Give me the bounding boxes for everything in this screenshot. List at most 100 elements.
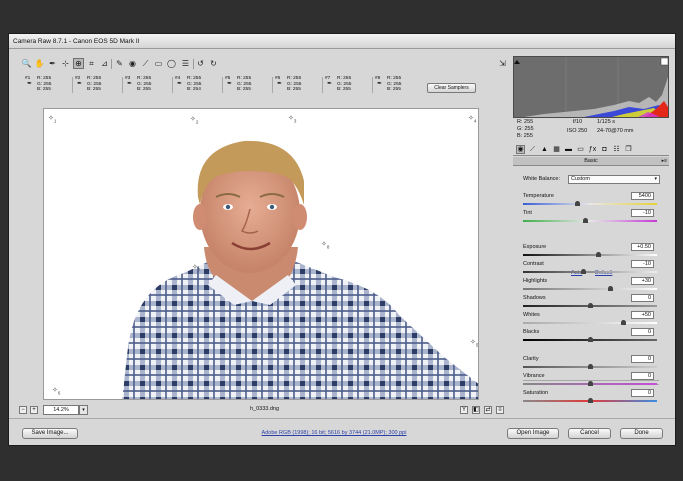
before-after-icon[interactable]: ◧ — [472, 406, 480, 414]
preferences-icon[interactable]: ☰ — [180, 58, 191, 69]
camera-calibration-tab-icon[interactable]: ◘ — [600, 145, 609, 154]
color-sampler-readout: #5 ✒ R: 255 G: 255 B: 255 — [225, 76, 277, 94]
eyedropper-icon: ✒ — [277, 81, 283, 87]
image-preview[interactable]: ✧1 ✧2 ✧3 ✧4 ✧5 ✧6 ✧7 ✧8 — [43, 108, 479, 400]
sampler-point-icon[interactable]: ✧1 — [48, 115, 56, 125]
filter-icon[interactable]: Y — [460, 406, 468, 414]
exposure-value-field[interactable]: +0.50 — [631, 243, 654, 251]
swap-icon[interactable]: ⇄ — [484, 406, 492, 414]
whites-slider-track[interactable] — [523, 320, 657, 325]
hsl-tab-icon[interactable]: ▦ — [552, 145, 561, 154]
camera-raw-window: Camera Raw 8.7.1 - Canon EOS 5D Mark II … — [8, 33, 676, 446]
rotate-ccw-icon[interactable]: ↺ — [195, 58, 206, 69]
done-button[interactable]: Done — [620, 428, 663, 439]
radial-filter-icon[interactable]: ◯ — [166, 58, 177, 69]
exposure-slider-track[interactable] — [523, 252, 657, 257]
effects-tab-icon[interactable]: ƒx — [588, 145, 597, 154]
shadows-value-field[interactable]: 0 — [631, 294, 654, 302]
straighten-icon[interactable]: ⊿ — [99, 58, 110, 69]
sampler-b: B: 255 — [137, 87, 151, 93]
color-sampler-readout: #8 ✒ R: 255 G: 255 B: 255 — [375, 76, 427, 94]
split-toning-tab-icon[interactable]: ▬ — [564, 145, 573, 154]
whites-slider-thumb[interactable] — [621, 320, 626, 325]
crop-icon[interactable]: ⌗ — [86, 58, 97, 69]
clear-samplers-button[interactable]: Clear Samplers — [427, 83, 476, 93]
sampler-values: R: 255 G: 255 B: 255 — [237, 76, 277, 93]
blacks-value-field[interactable]: 0 — [631, 328, 654, 336]
shadows-slider-track[interactable] — [523, 303, 657, 308]
lens-corrections-tab-icon[interactable]: ▭ — [576, 145, 585, 154]
color-sampler-readout: #3 ✒ R: 255 G: 255 B: 255 — [125, 76, 177, 94]
sampler-point-icon[interactable]: ✧6 — [52, 387, 60, 397]
clarity-slider-track[interactable] — [523, 364, 657, 369]
shadows-slider-thumb[interactable] — [587, 303, 593, 308]
highlights-value-field[interactable]: +30 — [631, 277, 654, 285]
zoom-icon[interactable]: 🔍 — [21, 58, 32, 69]
sampler-point-number: 2 — [195, 119, 199, 125]
clarity-slider-thumb[interactable] — [587, 364, 593, 369]
open-image-button[interactable]: Open Image — [507, 428, 559, 439]
sampler-point-icon[interactable]: ✧7 — [192, 264, 200, 274]
sampler-point-icon[interactable]: ✧2 — [190, 116, 198, 126]
tint-value-field[interactable]: -10 — [631, 209, 654, 217]
panel-header: Basic ▸≡ — [513, 157, 669, 166]
sampler-b: B: 255 — [37, 87, 51, 93]
white-balance-select[interactable]: Custom ▾ — [568, 175, 660, 184]
temperature-slider-thumb[interactable] — [575, 201, 581, 206]
tone-curve-tab-icon[interactable]: ⟋ — [528, 145, 537, 154]
hand-icon[interactable]: ✋ — [34, 58, 45, 69]
vibrance-slider-thumb[interactable] — [587, 381, 593, 386]
saturation-value-field[interactable]: 0 — [631, 389, 654, 397]
blacks-slider-thumb[interactable] — [587, 337, 593, 342]
temperature-slider-track[interactable] — [523, 201, 657, 206]
preview-settings-icon[interactable]: ≡ — [496, 406, 504, 414]
fullscreen-icon[interactable]: ⇲ — [497, 58, 508, 69]
highlights-slider-thumb[interactable] — [607, 286, 613, 291]
contrast-slider-thumb[interactable] — [580, 269, 586, 274]
exposure-slider-thumb[interactable] — [595, 252, 601, 257]
adjustment-brush-icon[interactable]: ⟋ — [140, 58, 151, 69]
sampler-point-icon[interactable]: ✧3 — [288, 115, 296, 125]
blacks-slider-row: Blacks 0 — [513, 328, 669, 346]
eyedropper-icon: ✒ — [127, 81, 133, 87]
saturation-slider-thumb[interactable] — [587, 398, 593, 403]
tint-slider-row: Tint -10 — [513, 209, 669, 227]
sampler-separator — [72, 77, 73, 93]
saturation-slider-track[interactable] — [523, 398, 657, 403]
snapshots-tab-icon[interactable]: ❐ — [624, 145, 633, 154]
vibrance-slider-track[interactable] — [523, 381, 657, 386]
presets-tab-icon[interactable]: ☷ — [612, 145, 621, 154]
save-image-button[interactable]: Save Image... — [22, 428, 78, 439]
cancel-button[interactable]: Cancel — [568, 428, 611, 439]
shadows-label: Shadows — [523, 295, 546, 301]
whites-label: Whites — [523, 312, 540, 318]
tint-slider-thumb[interactable] — [583, 218, 589, 223]
sampler-point-icon[interactable]: ✧5 — [470, 339, 478, 349]
contrast-slider-track[interactable] — [523, 269, 657, 274]
rotate-cw-icon[interactable]: ↻ — [208, 58, 219, 69]
tint-slider-track[interactable] — [523, 218, 657, 223]
clarity-value-field[interactable]: 0 — [631, 355, 654, 363]
white-balance-icon[interactable]: ✒ — [47, 58, 58, 69]
red-eye-icon[interactable]: ◉ — [127, 58, 138, 69]
basic-tab-icon[interactable]: ◉ — [516, 145, 525, 154]
detail-tab-icon[interactable]: ▲ — [540, 145, 549, 154]
sampler-separator — [122, 77, 123, 93]
highlights-slider-track[interactable] — [523, 286, 657, 291]
sampler-point-icon[interactable]: ✧4 — [468, 115, 476, 125]
graduated-filter-icon[interactable]: ▭ — [153, 58, 164, 69]
color-sampler-icon[interactable]: ⊹ — [60, 58, 71, 69]
sampler-point-icon[interactable]: ✧8 — [321, 241, 329, 251]
spot-removal-icon[interactable]: ✎ — [114, 58, 125, 69]
whites-slider-row: Whites +50 — [513, 311, 669, 329]
contrast-value-field[interactable]: -10 — [631, 260, 654, 268]
temperature-value-field[interactable]: 5400 — [631, 192, 654, 200]
targeted-adjustment-icon[interactable]: ⊕ — [73, 58, 84, 69]
panel-menu-icon[interactable]: ▸≡ — [662, 157, 667, 166]
vibrance-value-field[interactable]: 0 — [631, 372, 654, 380]
whites-value-field[interactable]: +50 — [631, 311, 654, 319]
workflow-options-link[interactable]: Adobe RGB (1998); 16 bit; 5616 by 3744 (… — [219, 430, 449, 436]
basic-panel: White Balance: Custom ▾ Auto Default Tem… — [513, 167, 669, 407]
blacks-slider-track[interactable] — [523, 337, 657, 342]
vibrance-label: Vibrance — [523, 373, 545, 379]
